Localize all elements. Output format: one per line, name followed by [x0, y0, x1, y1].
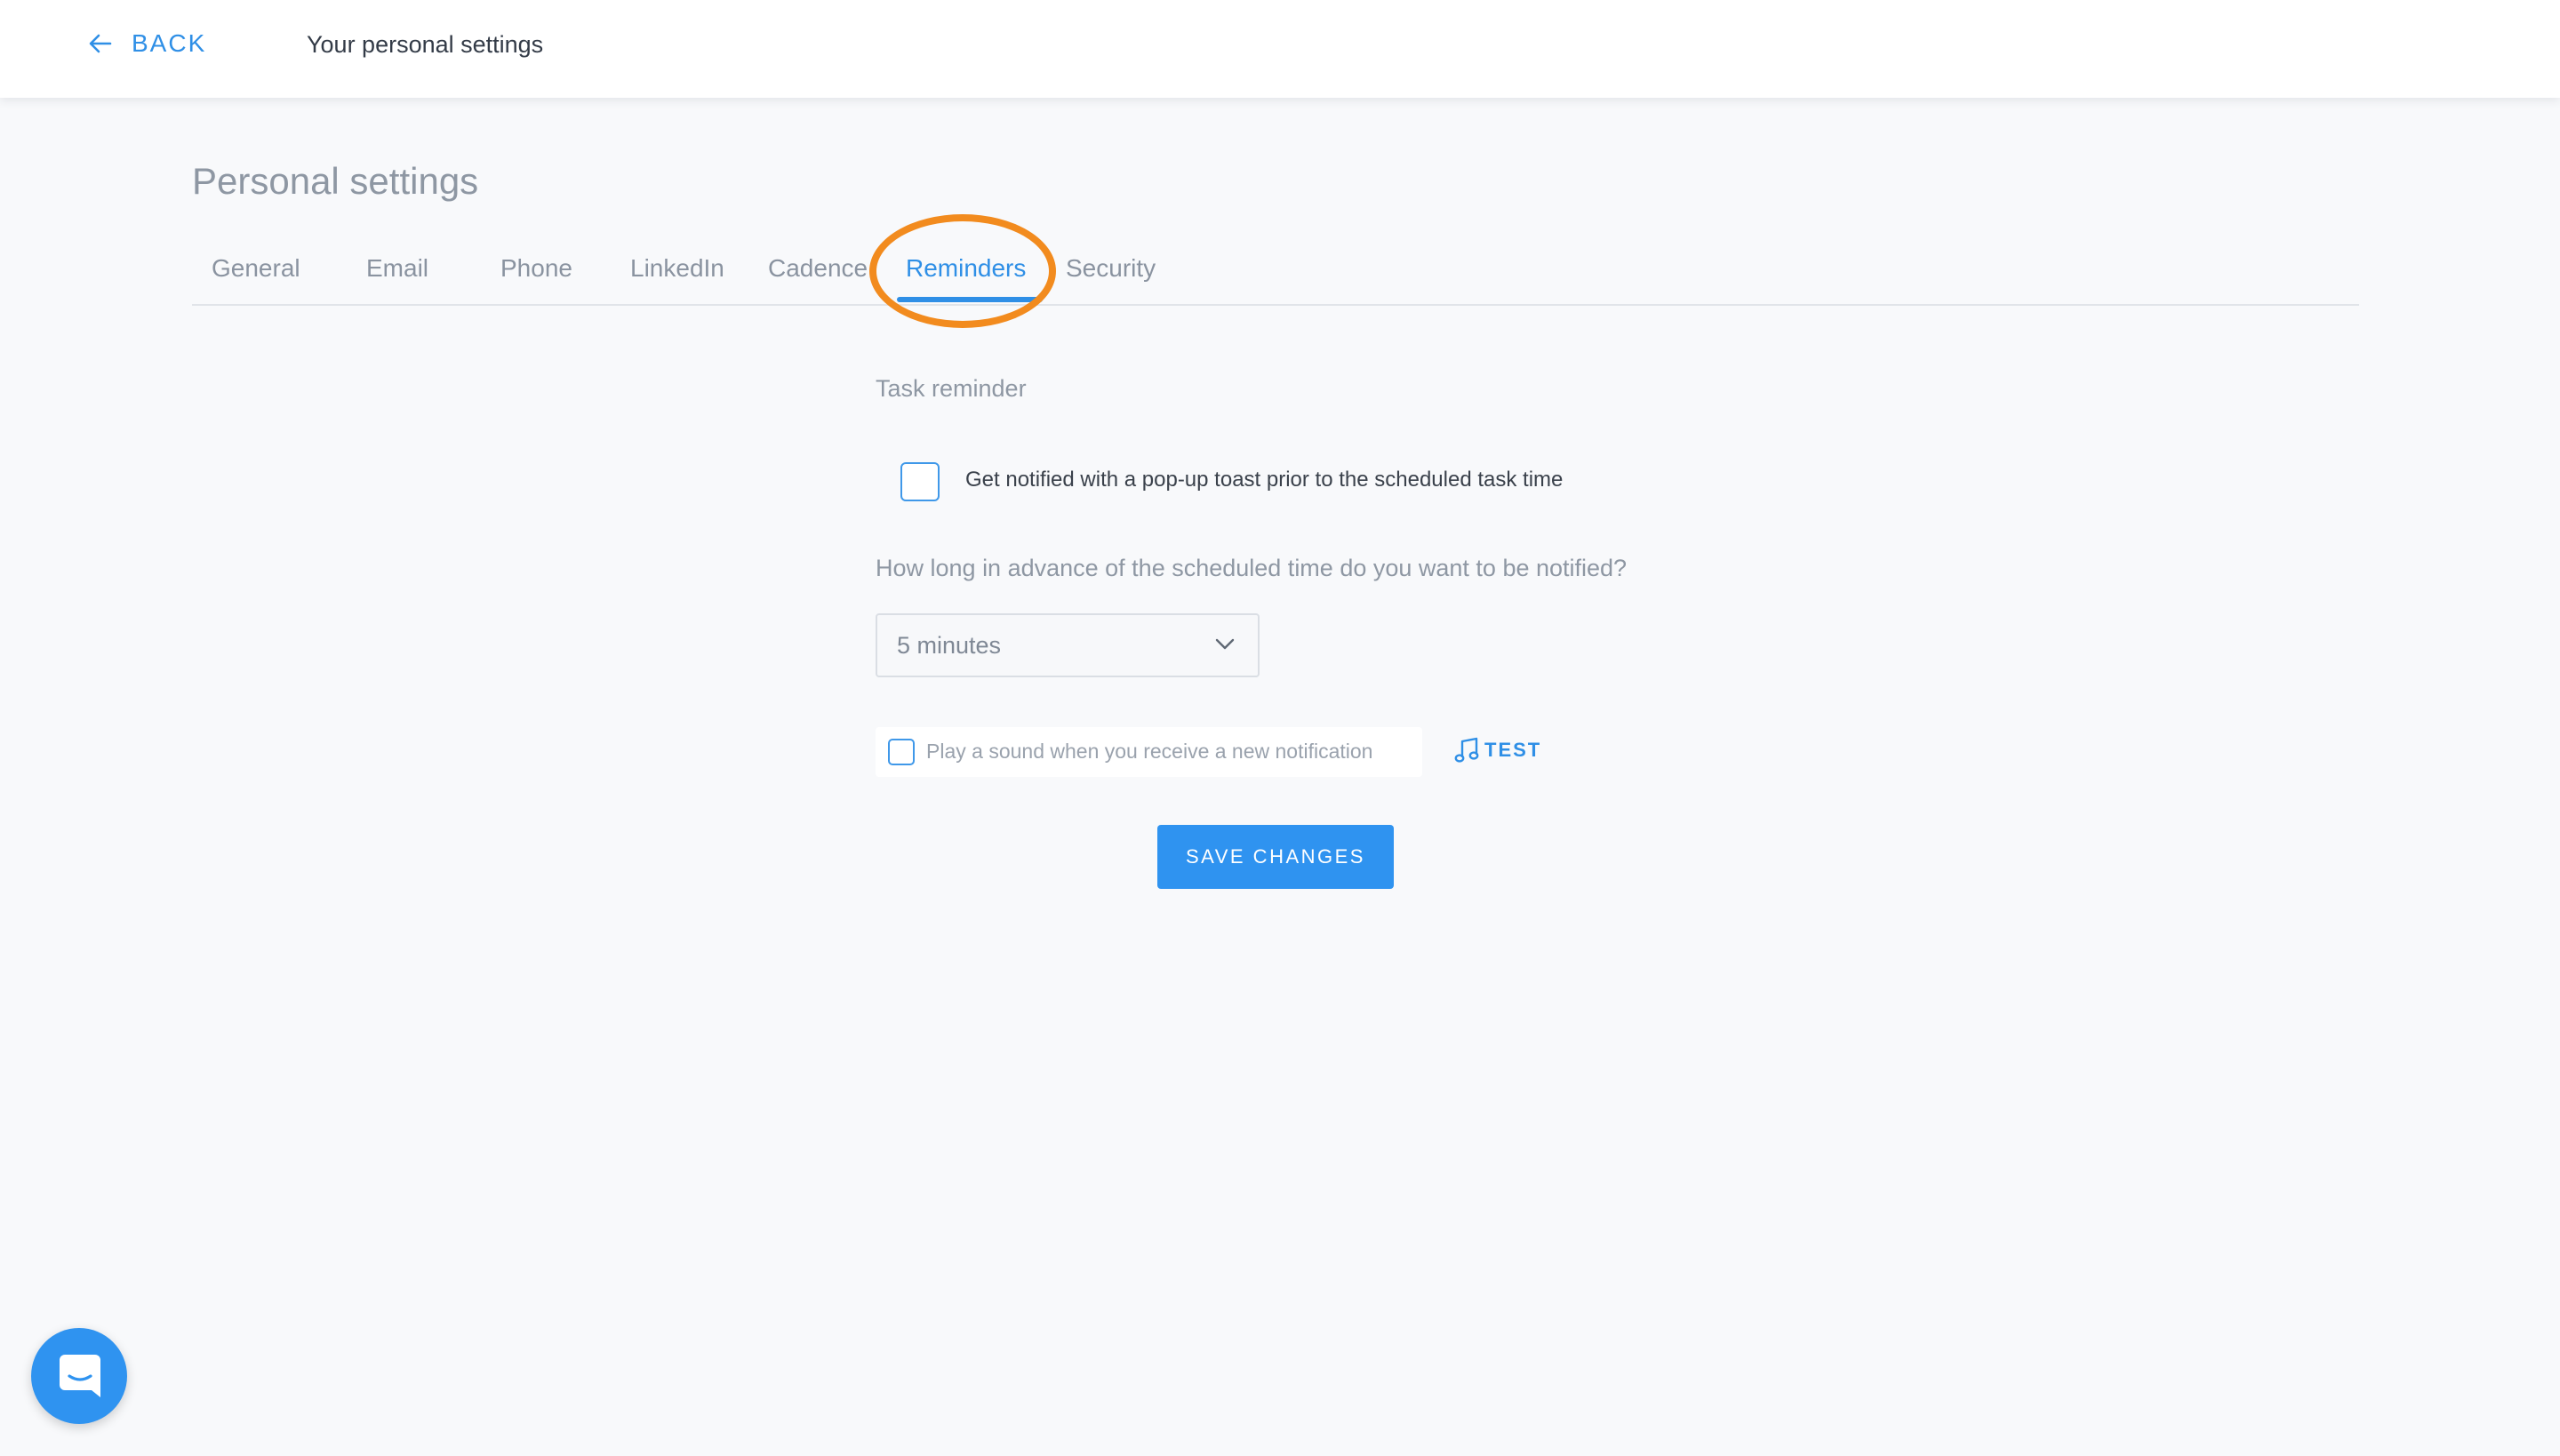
toast-notification-checkbox[interactable] — [900, 462, 940, 501]
tab-reminders[interactable]: Reminders — [906, 254, 1026, 283]
chevron-down-icon — [1215, 638, 1235, 655]
advance-time-question: How long in advance of the scheduled tim… — [876, 555, 1628, 581]
page-title: Personal settings — [192, 160, 479, 202]
sound-notification-row: Play a sound when you receive a new noti… — [876, 727, 1422, 777]
test-sound-label: TEST — [1484, 739, 1542, 761]
tab-linkedin[interactable]: LinkedIn — [630, 254, 724, 283]
tab-email[interactable]: Email — [366, 254, 428, 283]
toast-notification-label: Get notified with a pop-up toast prior t… — [965, 468, 1564, 492]
advance-time-select-value: 5 minutes — [897, 632, 1002, 659]
sound-notification-label: Play a sound when you receive a new noti… — [926, 740, 1373, 763]
tab-general[interactable]: General — [212, 254, 300, 283]
back-label: BACK — [132, 29, 207, 57]
test-sound-button[interactable]: TEST — [1454, 737, 1541, 764]
advance-time-select[interactable]: 5 minutes — [876, 613, 1260, 677]
topbar-title: Your personal settings — [307, 31, 544, 58]
task-reminder-heading: Task reminder — [876, 375, 1027, 402]
tab-phone[interactable]: Phone — [500, 254, 572, 283]
arrow-left-icon — [89, 34, 112, 53]
settings-tabs: General Email Phone LinkedIn Cadence Rem… — [192, 231, 2359, 306]
save-changes-button[interactable]: SAVE CHANGES — [1157, 825, 1394, 889]
sound-notification-checkbox[interactable] — [888, 739, 915, 765]
music-note-icon — [1454, 737, 1484, 764]
tab-security[interactable]: Security — [1066, 254, 1156, 283]
active-tab-indicator — [897, 297, 1043, 302]
back-button[interactable]: BACK — [89, 29, 206, 58]
chat-launcher-button[interactable] — [31, 1328, 127, 1424]
tab-cadence[interactable]: Cadence — [768, 254, 868, 283]
top-bar: BACK Your personal settings — [0, 0, 2560, 98]
